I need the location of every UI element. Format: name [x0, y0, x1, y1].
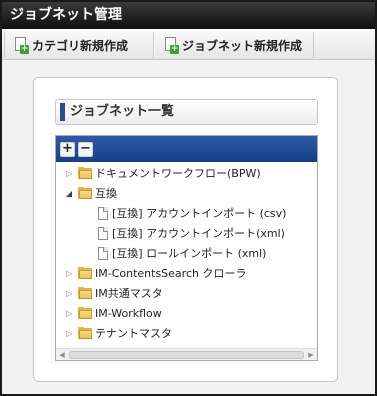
tree-node-tenant-master[interactable]: ▷ テナントマスタ [64, 323, 172, 343]
tree-node-label: 互換 [95, 187, 117, 200]
tree-leaf-label: [互換] ロールインポート (xml) [112, 247, 267, 260]
window-title: ジョブネット管理 [2, 2, 375, 29]
new-category-button[interactable]: + カテゴリ新規作成 [4, 32, 154, 58]
jobnet-panel: ジョブネット一覧 + − ▷ ドキュメントワークフロー(BPW) ◢ 互換 [互… [33, 77, 338, 382]
tree-node-label: IM-Workflow [95, 306, 162, 320]
scrollbar-thumb[interactable] [69, 351, 304, 359]
tree-leaf-role-xml[interactable]: [互換] ロールインポート (xml) [98, 243, 266, 263]
expand-triangle-icon[interactable]: ▷ [64, 169, 74, 178]
expand-triangle-icon[interactable]: ▷ [64, 289, 74, 298]
folder-icon [78, 327, 92, 339]
document-icon [98, 246, 108, 260]
tree-node-workflow[interactable]: ▷ IM-Workflow [64, 303, 162, 323]
jobnet-tree: + − ▷ ドキュメントワークフロー(BPW) ◢ 互換 [互換] アカウントイ… [55, 135, 318, 361]
expand-triangle-icon[interactable]: ▷ [64, 269, 74, 278]
new-category-label: カテゴリ新規作成 [32, 38, 129, 53]
tree-node-label: ドキュメントワークフロー(BPW) [95, 167, 261, 180]
new-jobnet-label: ジョブネット新規作成 [182, 38, 303, 53]
horizontal-scrollbar[interactable]: ◀ ▶ [56, 348, 317, 360]
collapse-triangle-icon[interactable]: ◢ [64, 189, 74, 198]
page-plus-icon: + [165, 37, 179, 54]
tree-leaf-account-xml[interactable]: [互換] アカウントインポート(xml) [98, 223, 285, 243]
tree-leaf-account-csv[interactable]: [互換] アカウントインポート (csv) [98, 203, 286, 223]
folder-icon [78, 307, 92, 319]
scroll-left-icon[interactable]: ◀ [56, 349, 68, 360]
document-icon [98, 226, 108, 240]
document-icon [98, 206, 108, 220]
expand-triangle-icon[interactable]: ▷ [64, 329, 74, 338]
tree-node-common-master[interactable]: ▷ IM共通マスタ [64, 283, 163, 303]
tree-leaf-label: [互換] アカウントインポート(xml) [112, 227, 285, 240]
collapse-all-button[interactable]: − [78, 141, 93, 157]
folder-icon [78, 287, 92, 299]
scroll-right-icon[interactable]: ▶ [305, 349, 317, 360]
app-window: ジョブネット管理 + カテゴリ新規作成 + ジョブネット新規作成 ジョブネット一… [0, 0, 377, 396]
tree-node-contentssearch[interactable]: ▷ IM-ContentsSearch クローラ [64, 263, 246, 283]
tree-toolbar: + − [56, 136, 317, 162]
tree-leaf-label: [互換] アカウントインポート (csv) [112, 207, 287, 220]
folder-icon [78, 167, 92, 179]
folder-open-icon [78, 187, 92, 199]
folder-icon [78, 267, 92, 279]
tree-nodes: ▷ ドキュメントワークフロー(BPW) ◢ 互換 [互換] アカウントインポート… [56, 162, 317, 348]
expand-triangle-icon[interactable]: ▷ [64, 309, 74, 318]
toolbar: + カテゴリ新規作成 + ジョブネット新規作成 [2, 29, 375, 60]
tree-node-label: テナントマスタ [95, 327, 172, 340]
tree-node-compat[interactable]: ◢ 互換 [64, 183, 117, 203]
new-jobnet-button[interactable]: + ジョブネット新規作成 [154, 32, 314, 58]
expand-all-button[interactable]: + [60, 141, 75, 157]
tree-node-bpw[interactable]: ▷ ドキュメントワークフロー(BPW) [64, 163, 261, 183]
tree-node-label: IM共通マスタ [95, 287, 163, 300]
tree-node-label: IM-ContentsSearch クローラ [95, 267, 247, 280]
section-heading: ジョブネット一覧 [55, 99, 318, 125]
page-plus-icon: + [15, 37, 29, 54]
